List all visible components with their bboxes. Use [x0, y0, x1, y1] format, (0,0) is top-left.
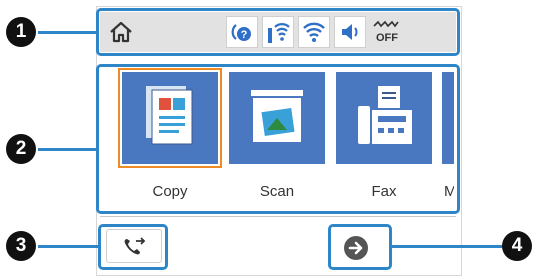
callout-number-2: 2 [6, 134, 36, 164]
callout-line-3 [38, 245, 98, 248]
callout-number-4: 4 [502, 231, 532, 261]
callout-frame-status-bar [96, 8, 460, 56]
callout-line-2 [38, 148, 96, 151]
callout-frame-menu [96, 64, 460, 214]
callout-line-4 [392, 245, 504, 248]
callout-frame-bottom-left [98, 224, 168, 270]
callout-number-3: 3 [6, 231, 36, 261]
callout-frame-next [328, 224, 392, 270]
callout-line-1 [38, 31, 96, 34]
callout-number-1: 1 [6, 17, 36, 47]
screen-divider [100, 216, 456, 217]
